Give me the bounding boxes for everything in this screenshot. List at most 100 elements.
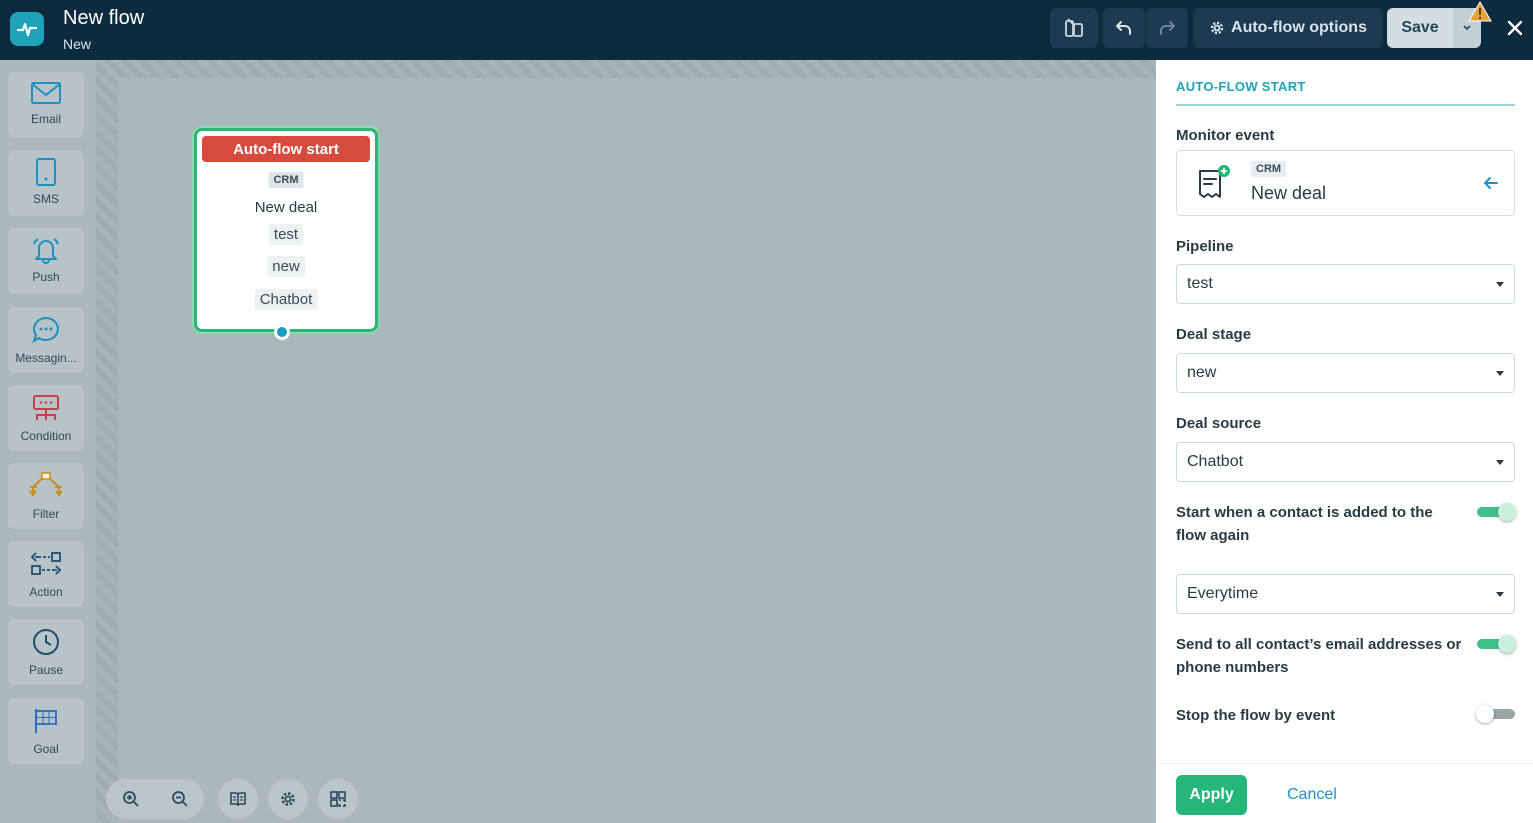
readd-toggle-label: Start when a contact is added to the flo… xyxy=(1176,504,1433,544)
redo-icon xyxy=(1160,21,1175,35)
zoom-out-icon xyxy=(172,791,188,807)
palette-item-label: Filter xyxy=(32,507,60,521)
filter-icon xyxy=(29,472,63,497)
layout-button[interactable] xyxy=(318,779,358,819)
apply-button[interactable]: Apply xyxy=(1176,775,1247,815)
frequency-select[interactable]: Everytime xyxy=(1176,574,1515,614)
stop-flow-toggle-label: Stop the flow by event xyxy=(1176,707,1336,724)
chevron-down-icon xyxy=(1463,25,1471,31)
close-icon[interactable] xyxy=(1500,13,1530,43)
start-node-title: Auto-flow start xyxy=(202,136,370,162)
guide-button[interactable] xyxy=(218,779,258,819)
send-all-toggle-label: Send to all contact’s email addresses or… xyxy=(1176,636,1462,676)
palette-item-label: Condition xyxy=(20,429,72,443)
caret-down-icon xyxy=(1496,460,1504,465)
top-bar: New flow New Auto-flow options Save xyxy=(0,0,1533,60)
element-palette: Email SMS Push Messagin... Condition Fil… xyxy=(0,60,96,823)
palette-item-messaging[interactable]: Messagin... xyxy=(8,307,84,373)
arrow-left-icon[interactable] xyxy=(1483,176,1499,190)
bell-icon xyxy=(33,238,59,264)
start-node-badge: CRM xyxy=(268,172,304,188)
preview-button[interactable] xyxy=(1050,8,1098,48)
panel-heading: AUTO-FLOW START xyxy=(1176,79,1306,94)
caret-down-icon xyxy=(1496,592,1504,597)
cancel-button[interactable]: Cancel xyxy=(1287,786,1337,804)
caret-down-icon xyxy=(1496,371,1504,376)
node-output-port[interactable] xyxy=(274,324,290,340)
canvas-settings-button[interactable] xyxy=(268,779,308,819)
panel-footer: Apply Cancel xyxy=(1156,763,1533,823)
grid-icon xyxy=(330,791,346,807)
phone-icon xyxy=(36,158,56,186)
pipeline-label: Pipeline xyxy=(1176,238,1234,255)
action-icon xyxy=(30,552,62,575)
auto-flow-options-label: Auto-flow options xyxy=(1231,19,1367,36)
stop-flow-toggle[interactable] xyxy=(1476,705,1515,723)
palette-item-push[interactable]: Push xyxy=(8,228,84,294)
toggle-knob xyxy=(1498,635,1516,653)
condition-icon xyxy=(33,395,59,420)
deal-source-select-value: Chatbot xyxy=(1187,453,1244,470)
settings-panel: AUTO-FLOW START Monitor event CRM New de… xyxy=(1156,60,1533,823)
new-deal-icon xyxy=(1199,165,1230,198)
palette-item-label: Action xyxy=(29,585,63,599)
start-node-pipeline: test xyxy=(268,224,304,245)
book-icon xyxy=(230,792,246,807)
start-node[interactable]: Auto-flow start CRM New deal test new Ch… xyxy=(194,128,378,332)
palette-item-action[interactable]: Action xyxy=(8,541,84,607)
deal-stage-label: Deal stage xyxy=(1176,326,1252,343)
redo-button[interactable] xyxy=(1146,8,1188,48)
event-badge: CRM xyxy=(1251,161,1287,177)
pipeline-select-value: test xyxy=(1187,275,1213,292)
zoom-out-button[interactable] xyxy=(160,779,200,819)
frequency-select-value: Everytime xyxy=(1187,585,1259,602)
chat-bubble-icon xyxy=(32,316,59,344)
palette-item-label: Goal xyxy=(33,742,59,756)
palette-item-pause[interactable]: Pause xyxy=(8,619,84,685)
palette-item-sms[interactable]: SMS xyxy=(8,150,84,216)
preview-icon xyxy=(1065,18,1083,37)
palette-item-label: SMS xyxy=(32,192,59,206)
palette-item-filter[interactable]: Filter xyxy=(8,463,84,529)
canvas-border-left xyxy=(96,60,118,823)
deal-stage-select-value: new xyxy=(1187,364,1217,381)
send-all-toggle[interactable] xyxy=(1477,635,1516,653)
toggle-knob xyxy=(1476,705,1494,723)
event-name: New deal xyxy=(1251,183,1327,203)
deal-source-label: Deal source xyxy=(1176,415,1262,432)
deal-source-select[interactable]: Chatbot xyxy=(1176,442,1515,482)
palette-item-email[interactable]: Email xyxy=(8,72,84,138)
zoom-in-icon xyxy=(123,791,139,807)
palette-item-label: Push xyxy=(32,270,60,284)
canvas-border-top xyxy=(96,60,1156,78)
zoom-in-button[interactable] xyxy=(111,779,151,819)
gear-icon xyxy=(281,792,295,806)
caret-down-icon xyxy=(1496,282,1504,287)
panel-divider xyxy=(1176,104,1515,106)
toggle-knob xyxy=(1498,503,1516,521)
flow-title-block: New flow New xyxy=(63,6,144,52)
palette-item-label: Messagin... xyxy=(15,351,77,365)
flow-status: New xyxy=(63,36,92,52)
start-node-event: New deal xyxy=(254,199,318,216)
monitor-event-label: Monitor event xyxy=(1176,127,1275,144)
auto-flow-options-button[interactable]: Auto-flow options xyxy=(1193,8,1383,48)
readd-toggle[interactable] xyxy=(1477,503,1516,521)
envelope-icon xyxy=(31,82,61,104)
pipeline-select[interactable]: test xyxy=(1176,264,1515,304)
warning-icon[interactable] xyxy=(1467,0,1493,24)
flow-title[interactable]: New flow xyxy=(63,6,144,30)
deal-stage-select[interactable]: new xyxy=(1176,353,1515,393)
undo-button[interactable] xyxy=(1103,8,1145,48)
flag-icon xyxy=(35,709,57,733)
palette-item-label: Email xyxy=(30,112,61,126)
app-logo-icon[interactable] xyxy=(10,12,44,46)
save-button[interactable]: Save xyxy=(1387,8,1453,48)
start-node-stage: new xyxy=(267,256,305,277)
monitor-event-card[interactable]: CRM New deal xyxy=(1176,150,1515,216)
palette-item-condition[interactable]: Condition xyxy=(8,385,84,451)
undo-icon xyxy=(1116,21,1131,35)
clock-icon xyxy=(33,629,59,655)
palette-item-label: Pause xyxy=(28,663,64,677)
palette-item-goal[interactable]: Goal xyxy=(8,698,84,764)
